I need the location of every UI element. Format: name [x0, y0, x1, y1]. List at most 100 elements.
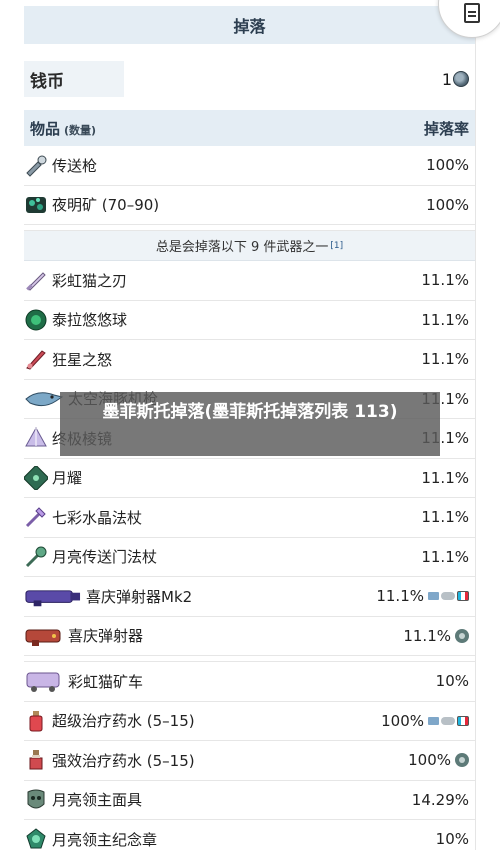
drop-rate-cell: 100%	[426, 156, 469, 174]
item-name[interactable]: 传送枪	[52, 155, 97, 176]
weapon-group-header: 总是会掉落以下 9 件武器之一 [1]	[24, 231, 475, 261]
drop-rate-cell: 100%	[381, 712, 469, 730]
lunar-portal-staff-icon	[24, 545, 48, 569]
rainbow-crystal-staff-icon	[24, 505, 48, 529]
drop-row: 月耀 11.1%	[23, 459, 475, 498]
drop-rate: 11.1%	[421, 271, 469, 290]
drop-item[interactable]: 泰拉悠悠球	[24, 308, 127, 332]
drop-rate: 100%	[426, 195, 469, 214]
item-name[interactable]: 超级治疗药水 (5–15)	[52, 710, 195, 731]
drop-rate-cell: 11.1%	[421, 508, 469, 526]
item-name[interactable]: 喜庆弹射器Mk2	[86, 586, 192, 607]
drop-rate: 11.1%	[421, 468, 469, 487]
item-name[interactable]: 喜庆弹射器	[68, 625, 143, 646]
drop-rate-cell: 14.29%	[412, 791, 469, 809]
drop-rate: 11.1%	[376, 587, 424, 606]
drop-row: 月亮领主纪念章 10%	[24, 820, 475, 850]
drop-rate-cell: 11.1%	[421, 350, 469, 368]
drop-row: 喜庆弹射器 11.1%	[24, 617, 475, 656]
drop-rate: 100%	[408, 751, 451, 770]
item-name[interactable]: 月耀	[52, 467, 82, 488]
item-name[interactable]: 七彩水晶法杖	[52, 507, 142, 528]
drop-rate: 100%	[426, 156, 469, 175]
drop-row: 强效治疗药水 (5–15) 100%	[24, 741, 475, 781]
drop-item[interactable]: 传送枪	[24, 153, 97, 177]
drop-rate-cell: 11.1%	[421, 311, 469, 329]
item-name[interactable]: 泰拉悠悠球	[52, 309, 127, 330]
drop-item[interactable]: 超级治疗药水 (5–15)	[24, 709, 195, 733]
qty-column-label: (数量)	[64, 123, 97, 137]
drop-rate: 11.1%	[421, 350, 469, 369]
meowmere-minecart-icon	[24, 669, 64, 693]
celebration-mk2-icon	[24, 585, 82, 607]
drop-item[interactable]: 狂星之怒	[24, 347, 112, 371]
coins-row: 钱币 1	[24, 56, 475, 102]
desktop-version-icon	[428, 716, 439, 725]
drop-item[interactable]: 七彩水晶法杖	[24, 505, 142, 529]
drop-rate: 11.1%	[403, 626, 451, 645]
drop-rate-cell: 11.1%	[421, 469, 469, 487]
platinum-coin-icon	[453, 71, 469, 87]
weapon-group-label: 总是会掉落以下 9 件武器之一	[155, 240, 329, 255]
footnote-link[interactable]: [1]	[330, 241, 343, 251]
drop-rate-cell: 10%	[436, 830, 469, 848]
drop-item[interactable]: 月亮传送门法杖	[24, 545, 157, 569]
drop-row: 彩虹猫矿车 10%	[24, 662, 475, 702]
item-name[interactable]: 彩虹猫矿车	[68, 671, 143, 692]
portal-gun-icon	[24, 153, 48, 177]
platform-icons	[428, 715, 469, 726]
drop-rate: 11.1%	[421, 508, 469, 527]
drop-rate: 11.1%	[421, 310, 469, 329]
drop-item[interactable]: 月耀	[23, 465, 82, 491]
drop-rate: 10%	[435, 672, 469, 691]
drop-rate-cell: 11.1%	[421, 548, 469, 566]
drop-item[interactable]: 夜明矿 (70–90)	[24, 193, 159, 217]
drop-item[interactable]: 强效治疗药水 (5–15)	[24, 748, 195, 772]
terrarian-yoyo-icon	[24, 308, 48, 332]
item-name[interactable]: 夜明矿 (70–90)	[52, 194, 159, 215]
drop-item[interactable]: 月亮领主面具	[24, 788, 142, 812]
drop-row: 传送枪 100%	[24, 146, 475, 186]
desktop-version-icon	[428, 592, 439, 601]
item-name[interactable]: 月亮领主面具	[52, 789, 142, 810]
drop-rate: 11.1%	[421, 547, 469, 566]
rate-column-header: 掉落率	[423, 119, 469, 138]
coins-label: 钱币	[24, 61, 124, 97]
drop-rate-cell: 11.1%	[421, 271, 469, 289]
moon-lord-mask-icon	[24, 788, 48, 812]
platform-icons	[428, 591, 469, 602]
drop-row: 喜庆弹射器Mk2 11.1%	[24, 577, 475, 617]
drop-row: 月亮传送门法杖 11.1%	[24, 538, 475, 577]
item-name[interactable]: 月亮传送门法杖	[52, 546, 157, 567]
other-drops-list: 彩虹猫矿车 10% 超级治疗药水 (5–15) 100% 强效治疗药水 (5–15) 10…	[24, 662, 475, 850]
sdmg-icon	[24, 387, 64, 411]
guaranteed-list: 传送枪 100% 夜明矿 (70–90) 100%	[24, 146, 475, 225]
item-name[interactable]: 彩虹猫之刃	[52, 270, 127, 291]
item-name[interactable]: 狂星之怒	[52, 349, 112, 370]
weapons-list: 彩虹猫之刃11.1%泰拉悠悠球11.1%狂星之怒11.1%太空海豚机枪11.1%…	[23, 261, 475, 656]
item-name[interactable]: 月亮领主纪念章	[52, 829, 157, 850]
switch-version-icon	[457, 591, 469, 602]
last-prism-icon	[24, 426, 48, 450]
console-version-icon	[441, 592, 455, 601]
document-icon	[464, 3, 480, 23]
drop-item[interactable]: 彩虹猫之刃	[24, 268, 127, 292]
item-name[interactable]: 强效治疗药水 (5–15)	[52, 750, 195, 771]
page: 掉落 钱币 1 物品 (数量) 掉落率 传送枪 100% 夜明矿 (70–90) 100…	[0, 0, 500, 850]
drop-item[interactable]: 喜庆弹射器	[24, 624, 143, 648]
coin-count: 1	[441, 69, 452, 89]
drop-item[interactable]: 彩虹猫矿车	[24, 669, 143, 693]
moon-lord-relic-icon	[24, 827, 48, 850]
drop-row: 狂星之怒 11.1%	[24, 340, 475, 380]
drop-row: 泰拉悠悠球 11.1%	[24, 301, 475, 340]
gear-icon	[455, 628, 469, 643]
drops-header: 掉落	[24, 0, 475, 44]
drop-rate: 10%	[435, 830, 469, 849]
luminite-ore-icon	[24, 193, 48, 217]
drop-rate-cell: 11.1%	[403, 627, 469, 645]
drop-item[interactable]: 喜庆弹射器Mk2	[24, 585, 192, 607]
drop-item[interactable]: 月亮领主纪念章	[24, 827, 157, 850]
meowmere-icon	[24, 268, 48, 292]
caption-overlay: 墨菲斯托掉落(墨菲斯托掉落列表 113)	[60, 392, 440, 456]
coins-value: 1	[442, 70, 469, 89]
